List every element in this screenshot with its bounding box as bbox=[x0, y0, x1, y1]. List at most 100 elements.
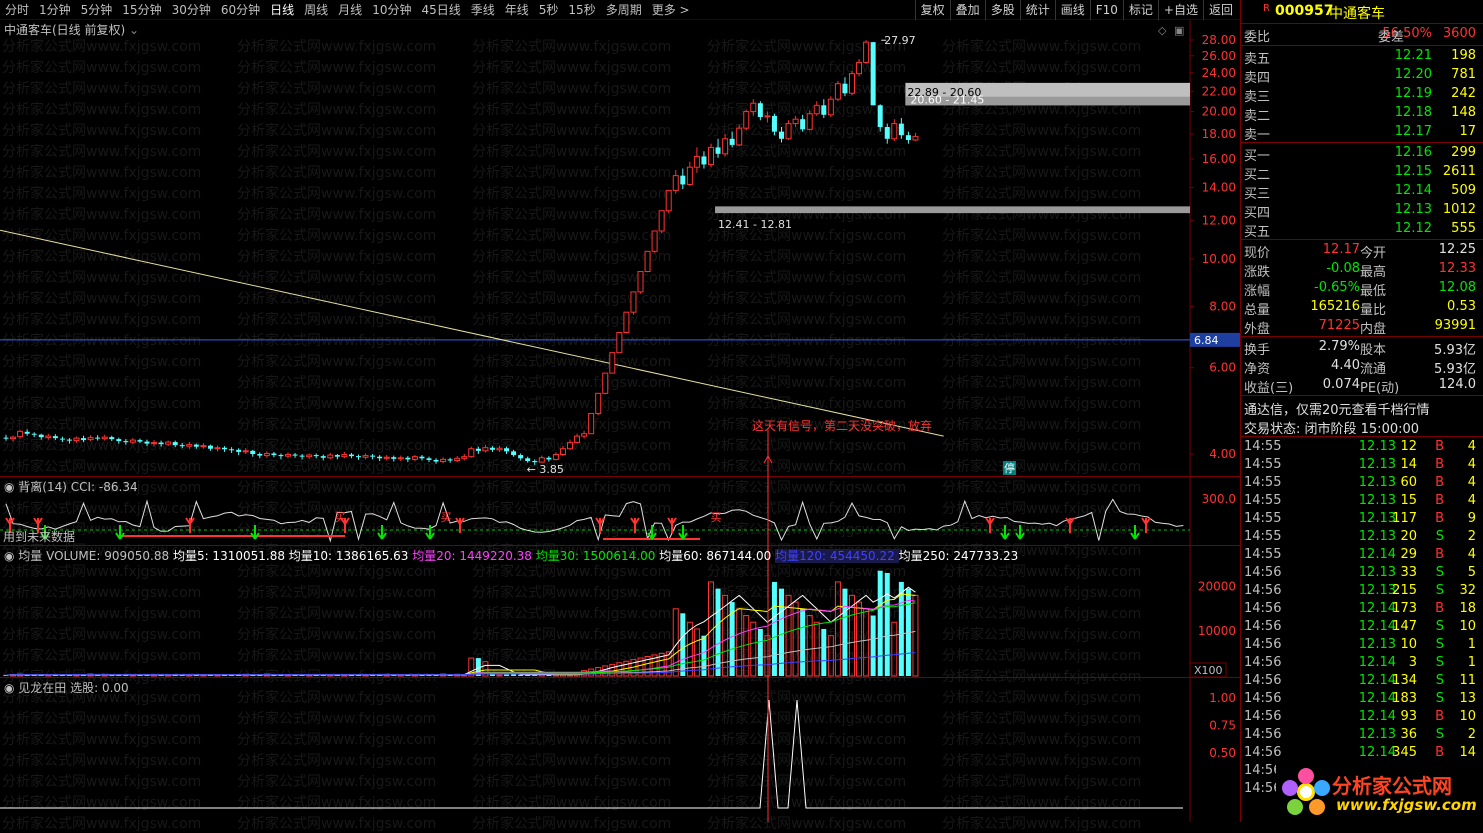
candle-body bbox=[73, 437, 80, 442]
bid-row-1: 买一 12.16 299 bbox=[1244, 145, 1476, 164]
kline-chart[interactable]: 28.00 26.00 24.00 22.00 20.00 18.00 16.00 14.00… bbox=[0, 20, 1240, 477]
candle-body bbox=[38, 434, 44, 438]
candle-body bbox=[59, 438, 65, 440]
volume-bar bbox=[356, 675, 361, 676]
candle-body bbox=[158, 442, 164, 445]
period-tab-5[interactable]: 60分钟 bbox=[216, 0, 265, 20]
candle-body bbox=[81, 438, 87, 441]
y-axis-label: 24.00 bbox=[1202, 66, 1236, 80]
candle-body bbox=[482, 447, 489, 452]
bid-row-2: 买二 12.15 2611 bbox=[1244, 164, 1476, 183]
tool-button-6[interactable]: 标记 bbox=[1122, 0, 1158, 20]
volume-label-4: 均量30: 1500614.00 bbox=[535, 549, 660, 563]
volume-label-0: 均量 VOLUME: 909050.88 bbox=[18, 549, 173, 563]
tick-row: 14:55 12.13 117 B 9 bbox=[1244, 511, 1476, 526]
candle-body bbox=[362, 455, 369, 458]
period-tab-15[interactable]: 多周期 bbox=[601, 0, 647, 20]
cci-chart[interactable]: 300.0 买 买 买用到未来数据 bbox=[0, 477, 1240, 546]
candle-body bbox=[800, 119, 806, 130]
period-tab-9[interactable]: 10分钟 bbox=[367, 0, 416, 20]
volume-bar bbox=[884, 572, 890, 676]
flower-icon bbox=[1282, 768, 1330, 815]
tool-button-1[interactable]: 叠加 bbox=[949, 0, 985, 20]
candle-body bbox=[285, 454, 291, 457]
candle-body bbox=[658, 210, 665, 232]
period-tab-4[interactable]: 30分钟 bbox=[167, 0, 216, 20]
volume-panel[interactable]: ◉ 均量 VOLUME: 909050.88 均量5: 1310051.88 均… bbox=[0, 546, 1240, 678]
period-tab-1[interactable]: 1分钟 bbox=[34, 0, 76, 20]
volume-bar bbox=[250, 675, 256, 676]
tool-button-4[interactable]: 画线 bbox=[1054, 0, 1090, 20]
candle-body bbox=[693, 155, 700, 168]
candle-body bbox=[581, 433, 588, 437]
tool-button-8[interactable]: 返回 bbox=[1202, 0, 1238, 20]
candle-body bbox=[341, 454, 348, 458]
cci-up-arrow bbox=[595, 517, 605, 533]
cci-panel[interactable]: ◉ 背离(14) CCI: -86.34 300.0 买 买 买用到未来数据 bbox=[0, 477, 1240, 546]
volume-chart[interactable]: 20000 10000 X100 bbox=[0, 546, 1240, 678]
tick-row: 14:56 12.14 134 S 11 bbox=[1244, 673, 1476, 688]
candle-body bbox=[616, 332, 623, 354]
cci-down-arrow bbox=[1130, 525, 1140, 540]
period-tab-0[interactable]: 分时 bbox=[0, 0, 34, 20]
candle-body bbox=[849, 73, 855, 94]
volume-bar bbox=[461, 674, 468, 677]
candle-body bbox=[229, 449, 235, 451]
candle-body bbox=[271, 453, 277, 456]
jianlong-panel[interactable]: ◉ 见龙在田 选股: 0.00 1.00 0.75 0.50 bbox=[0, 678, 1240, 822]
volume-bar bbox=[504, 674, 510, 676]
jianlong-chart[interactable]: 1.00 0.75 0.50 bbox=[0, 678, 1240, 822]
stat-row-4: 外盘 71225 内盘 93991 bbox=[1244, 318, 1476, 337]
tool-button-7[interactable]: +自选 bbox=[1157, 0, 1203, 20]
stock-name: 中通客车 bbox=[1329, 6, 1385, 22]
candle-body bbox=[242, 450, 249, 453]
cci-up-arrow bbox=[1141, 517, 1151, 533]
tool-button-0[interactable]: 复权 bbox=[914, 0, 950, 20]
candle-body bbox=[109, 437, 115, 440]
fxjgsw-logo: 分析家公式网 www.fxjgsw.com bbox=[1276, 764, 1481, 820]
candle-body bbox=[426, 458, 432, 460]
tool-button-2[interactable]: 多股 bbox=[984, 0, 1020, 20]
volume-bar bbox=[214, 674, 221, 677]
candle-body bbox=[377, 456, 383, 459]
candle-body bbox=[263, 452, 270, 457]
cci-down-arrow bbox=[377, 525, 387, 540]
period-tab-14[interactable]: 15秒 bbox=[563, 0, 600, 20]
period-tab-12[interactable]: 年线 bbox=[500, 0, 534, 20]
period-tab-7[interactable]: 周线 bbox=[299, 0, 333, 20]
period-tab-6[interactable]: 日线 bbox=[265, 0, 299, 20]
candle-body bbox=[222, 447, 228, 450]
period-tab-2[interactable]: 5分钟 bbox=[76, 0, 118, 20]
candle-body bbox=[440, 458, 447, 463]
quote-panel: R 000957 中通客车 委比 56.50% 委差 3600 卖五 12.21 198 卖四… bbox=[1240, 0, 1483, 822]
kline-panel[interactable]: 中通客车(日线 前复权) ⌄ 28.00 26.00 24.00 22.00 20.00… bbox=[0, 20, 1240, 477]
candle-body bbox=[630, 291, 637, 313]
candle-body bbox=[722, 138, 729, 155]
period-tab-13[interactable]: 5秒 bbox=[534, 0, 564, 20]
tool-button-5[interactable]: F10 bbox=[1089, 0, 1123, 20]
tick-row: 14:55 12.13 14 B 4 bbox=[1244, 457, 1476, 472]
period-tab-3[interactable]: 15分钟 bbox=[117, 0, 166, 20]
period-tab-8[interactable]: 月线 bbox=[333, 0, 367, 20]
volume-bar bbox=[912, 594, 919, 677]
ma60-line bbox=[5, 630, 916, 676]
candle-body bbox=[834, 83, 841, 100]
period-tab-11[interactable]: 季线 bbox=[466, 0, 500, 20]
candle-body bbox=[327, 454, 334, 459]
ma5-line bbox=[5, 586, 916, 676]
candle-body bbox=[686, 166, 693, 185]
tick-row: 14:55 12.13 60 B 4 bbox=[1244, 475, 1476, 490]
period-tab-16[interactable]: 更多 > bbox=[647, 0, 695, 20]
candle-body bbox=[101, 436, 108, 440]
tool-button-3[interactable]: 统计 bbox=[1019, 0, 1055, 20]
volume-bar bbox=[73, 674, 80, 677]
candle-body bbox=[813, 104, 820, 115]
stat-row-1: 涨跌 -0.08 最高 12.33 bbox=[1244, 261, 1476, 280]
tick-row: 14:56 12.13 10 S 1 bbox=[1244, 637, 1476, 652]
kline-title: 中通客车(日线 前复权) ⌄ bbox=[4, 23, 140, 37]
period-tab-10[interactable]: 45日线 bbox=[416, 0, 465, 20]
candle-body bbox=[821, 105, 827, 115]
candle-body bbox=[623, 311, 630, 334]
candle-body bbox=[771, 115, 777, 132]
volume-bar bbox=[842, 588, 848, 676]
